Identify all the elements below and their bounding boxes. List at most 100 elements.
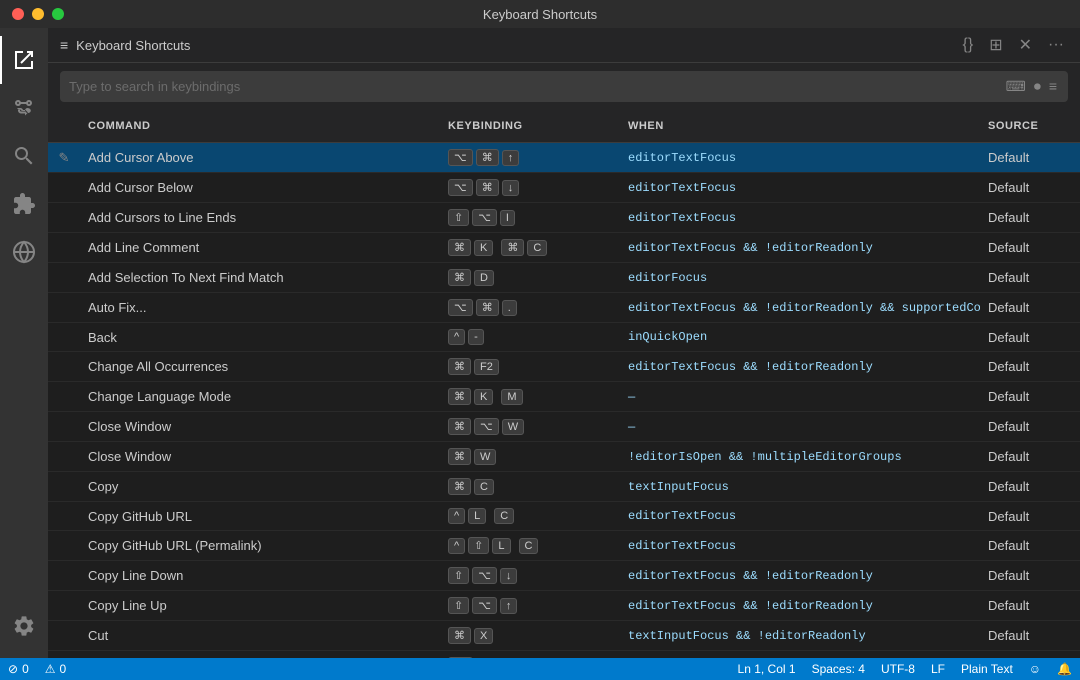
row-when: inDebugMode	[620, 651, 980, 658]
row-source: Default	[980, 382, 1080, 411]
row-keybinding: ⌘K ⌘C	[440, 233, 620, 262]
table-row[interactable]: Add Selection To Next Find Match⌘Deditor…	[48, 263, 1080, 293]
table-body: ✎Add Cursor Above⌥⌘↑editorTextFocusDefau…	[48, 143, 1080, 658]
table-row[interactable]: Add Line Comment⌘K ⌘CeditorTextFocus && …	[48, 233, 1080, 263]
row-when: editorTextFocus && !editorReadonly	[620, 561, 980, 590]
maximize-button[interactable]	[52, 8, 64, 20]
explorer-icon	[12, 48, 36, 72]
table-row[interactable]: Close Window⌘⌥W—Default	[48, 412, 1080, 442]
row-keybinding: ⇧⌥↑	[440, 591, 620, 620]
table-row[interactable]: Close Window⌘W!editorIsOpen && !multiple…	[48, 442, 1080, 472]
status-errors[interactable]: ⊘ 0	[8, 662, 29, 676]
sidebar-item-settings[interactable]	[0, 602, 48, 650]
keyboard-icon[interactable]: ⌨	[1004, 76, 1028, 97]
keybinding-badge: ⌘	[448, 358, 471, 375]
filter-icon[interactable]: ≡	[1047, 76, 1059, 97]
row-when: textInputFocus && !editorReadonly	[620, 621, 980, 650]
sort-button[interactable]: ⊞	[985, 33, 1006, 57]
table-row[interactable]: ✎Add Cursor Above⌥⌘↑editorTextFocusDefau…	[48, 143, 1080, 173]
row-source: Default	[980, 233, 1080, 262]
minimize-button[interactable]	[32, 8, 44, 20]
keybinding-badge: C	[494, 508, 514, 524]
keybinding-badge: ⌘	[448, 478, 471, 495]
keybinding-badge: ⌘	[448, 418, 471, 435]
row-command: Add Cursor Above	[80, 143, 440, 172]
keybinding-badges: ^L C	[448, 508, 514, 524]
sidebar-item-remote[interactable]	[0, 228, 48, 276]
row-command: Copy GitHub URL	[80, 502, 440, 530]
status-notifications[interactable]: 🔔	[1057, 662, 1072, 676]
keybinding-badge: ⌥	[448, 299, 473, 316]
status-spaces[interactable]: Spaces: 4	[812, 662, 865, 676]
table-row[interactable]: Copy GitHub URL (Permalink)^⇧L CeditorTe…	[48, 531, 1080, 561]
row-keybinding: ⌥⌘.	[440, 293, 620, 322]
keybinding-badge: ^	[448, 329, 465, 345]
row-command: Add Cursors to Line Ends	[80, 203, 440, 232]
keybinding-badge: C	[474, 479, 494, 495]
keybinding-badge: L	[468, 508, 486, 524]
row-source: Default	[980, 442, 1080, 471]
main-content: ≡ Keyboard Shortcuts {} ⊞ ✕ ··· ⌨ ⏺ ≡	[48, 28, 1080, 658]
status-encoding[interactable]: UTF-8	[881, 662, 915, 676]
row-source: Default	[980, 621, 1080, 650]
table-row[interactable]: Back^-inQuickOpenDefault	[48, 323, 1080, 352]
row-icon-cell	[48, 442, 80, 471]
table-row[interactable]: Copy Line Down⇧⌥↓editorTextFocus && !edi…	[48, 561, 1080, 591]
keybinding-badge: ⌥	[472, 209, 497, 226]
keybinding-badges: ⌥⌘↑	[448, 149, 519, 166]
table-row[interactable]: Copy⌘CtextInputFocusDefault	[48, 472, 1080, 502]
table-row[interactable]: Change Language Mode⌘K M—Default	[48, 382, 1080, 412]
table-row[interactable]: Copy Line Up⇧⌥↑editorTextFocus && !edito…	[48, 591, 1080, 621]
row-icon-cell	[48, 233, 80, 262]
sidebar-item-explorer[interactable]	[0, 36, 48, 84]
row-command: Copy GitHub URL (Permalink)	[80, 531, 440, 560]
more-actions-button[interactable]: ···	[1044, 34, 1068, 56]
row-when: editorTextFocus	[620, 143, 980, 172]
close-panel-button[interactable]: ✕	[1015, 33, 1036, 57]
keybinding-badge: ⇧	[448, 567, 469, 584]
table-row[interactable]: Add Cursor Below⌥⌘↓editorTextFocusDefaul…	[48, 173, 1080, 203]
header-source: Source	[980, 116, 1080, 136]
table-row[interactable]: Debug: ContinueF5inDebugModeDefault	[48, 651, 1080, 658]
sidebar-item-extensions[interactable]	[0, 180, 48, 228]
status-position[interactable]: Ln 1, Col 1	[738, 662, 796, 676]
row-source: Default	[980, 323, 1080, 351]
table-row[interactable]: Copy GitHub URL^L CeditorTextFocusDefaul…	[48, 502, 1080, 531]
table-row[interactable]: Auto Fix...⌥⌘.editorTextFocus && !editor…	[48, 293, 1080, 323]
status-language[interactable]: Plain Text	[961, 662, 1013, 676]
status-feedback[interactable]: ☺	[1029, 662, 1041, 676]
record-keys-icon[interactable]: ⏺	[1032, 76, 1043, 97]
row-icon-cell	[48, 472, 80, 501]
row-command: Close Window	[80, 442, 440, 471]
keybinding-badge: L	[492, 538, 510, 554]
row-command: Copy Line Up	[80, 591, 440, 620]
status-line-ending[interactable]: LF	[931, 662, 945, 676]
sidebar-item-search[interactable]	[0, 132, 48, 180]
status-warnings[interactable]: ⚠ 0	[45, 662, 66, 676]
keybinding-json-button[interactable]: {}	[959, 34, 978, 56]
search-input[interactable]	[69, 79, 996, 94]
keybinding-badge: ⌥	[472, 597, 497, 614]
panel-title: Keyboard Shortcuts	[76, 38, 958, 53]
keybinding-badges: ⌘W	[448, 448, 496, 465]
close-button[interactable]	[12, 8, 24, 20]
row-when: editorTextFocus	[620, 203, 980, 232]
status-right: Ln 1, Col 1 Spaces: 4 UTF-8 LF Plain Tex…	[738, 662, 1072, 676]
table-header: Command Keybinding When Source	[48, 110, 1080, 143]
keybinding-badge: ⌘	[448, 388, 471, 405]
table-row[interactable]: Change All Occurrences⌘F2editorTextFocus…	[48, 352, 1080, 382]
table-row[interactable]: Add Cursors to Line Ends⇧⌥IeditorTextFoc…	[48, 203, 1080, 233]
keybinding-badge: .	[502, 300, 517, 316]
keybinding-badges: ⇧⌥↓	[448, 567, 517, 584]
table-row[interactable]: Cut⌘XtextInputFocus && !editorReadonlyDe…	[48, 621, 1080, 651]
header-command: Command	[80, 116, 440, 136]
keybinding-badge: K	[474, 389, 493, 405]
error-icon: ⊘	[8, 662, 18, 676]
sidebar-item-source-control[interactable]	[0, 84, 48, 132]
keybinding-badge: C	[527, 240, 547, 256]
keybinding-badges: ^⇧L C	[448, 537, 538, 554]
keybinding-badge: ⌘	[448, 627, 471, 644]
keybinding-badges: ⌥⌘.	[448, 299, 517, 316]
keybinding-badge: ⌘	[476, 149, 499, 166]
row-source: Default	[980, 263, 1080, 292]
